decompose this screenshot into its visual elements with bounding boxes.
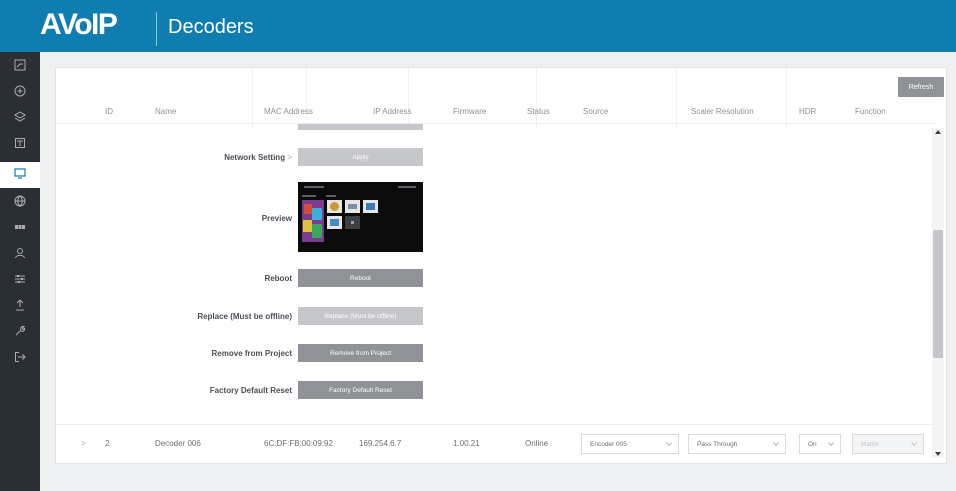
column-header-source[interactable]: Source [583,107,608,116]
monitor-icon [14,166,26,184]
chevron-down-icon [773,442,779,447]
chevron-down-icon [828,442,834,447]
network-setting-label: Network Setting > [224,153,292,162]
sidebar-item-logout[interactable] [0,346,40,372]
scaler-value: Pass Through [697,440,738,448]
column-header-function[interactable]: Function [855,107,886,116]
previous-setting-button[interactable] [298,124,423,130]
preview-label: Preview [261,214,292,223]
refresh-button[interactable]: Refresh [898,77,944,97]
sidebar-item-upgrade[interactable] [0,294,40,320]
user-icon [14,246,26,264]
sidebar-item-add[interactable] [0,80,40,106]
replace-button[interactable]: Replace (Must be offline) [298,307,423,325]
app-logo: AVoIP [40,8,118,41]
column-header-hdr[interactable]: HDR [799,107,816,116]
factory-reset-label: Factory Default Reset [209,386,292,395]
column-header-ip[interactable]: IP Address [373,107,412,116]
hdr-value: On [808,440,817,448]
scrollbar-thumb[interactable] [933,230,943,358]
column-header-name[interactable]: Name [155,107,176,116]
preview-screen-graphic [298,182,423,252]
plus-circle-icon [14,84,26,102]
wrench-icon [14,324,26,342]
sidebar-item-video-wall[interactable] [0,216,40,242]
sidebar-item-network[interactable] [0,190,40,216]
sidebar-item-dashboard[interactable] [0,54,40,80]
sliders-icon [14,272,26,290]
logout-icon [14,350,26,368]
function-value: Matrix [861,440,879,448]
cell-status: Online [525,439,549,448]
decoder-preview-image[interactable] [298,182,423,252]
sidebar-item-settings[interactable] [0,268,40,294]
row-separator [56,424,936,425]
function-select[interactable]: Matrix [852,434,924,454]
hdr-select[interactable]: On [799,434,841,454]
sidebar-item-layers[interactable] [0,106,40,132]
cell-ip: 169.254.6.7 [359,439,402,448]
column-header-status[interactable]: Status [527,107,550,116]
source-select[interactable]: Encoder 005 [581,434,679,454]
scaler-resolution-select[interactable]: Pass Through [688,434,786,454]
remove-from-project-button[interactable]: Remove from Project [298,344,423,362]
column-header-mac[interactable]: MAC Address [264,107,313,116]
replace-label: Replace (Must be offline) [197,312,292,321]
cell-firmware: 1.00.21 [453,439,480,448]
cell-mac: 6C:DF:FB:00:09:92 [264,439,333,448]
encoder-icon [14,136,26,154]
sidebar-item-encoders[interactable] [0,132,40,158]
sidebar-item-users[interactable] [0,242,40,268]
table-row[interactable]: > 2 Decoder 006 6C:DF:FB:00:09:92 169.25… [56,433,936,455]
decoders-panel: Refresh ID Name MAC Address IP Address F… [55,67,947,464]
layers-icon [14,110,26,128]
chevron-right-icon: > [287,153,292,162]
sidebar-item-tools[interactable] [0,320,40,346]
table-header: ID Name MAC Address IP Address Firmware … [56,102,936,124]
top-header: AVoIP Decoders [0,0,956,52]
video-wall-icon [14,220,26,238]
column-header-id[interactable]: ID [105,107,113,116]
cell-id: 2 [105,439,110,448]
apply-button[interactable]: Apply [298,148,423,166]
upload-icon [14,298,26,316]
remove-from-project-label: Remove from Project [211,349,292,358]
column-header-scaler[interactable]: Scaler Resolution [691,107,754,116]
sidebar [0,52,40,491]
page-title: Decoders [168,16,254,38]
source-value: Encoder 005 [590,440,627,448]
sidebar-item-decoders[interactable] [0,162,40,188]
globe-icon [14,194,26,212]
app-root: AVoIP Decoders Refresh ID Name MAC Addre… [0,0,956,491]
column-header-firmware[interactable]: Firmware [453,107,486,116]
expand-row-icon[interactable]: > [81,439,86,448]
chevron-down-icon [666,442,672,447]
dashboard-icon [14,58,26,76]
reboot-label: Reboot [264,274,292,283]
scroll-up-arrow-icon[interactable] [934,128,942,136]
factory-reset-button[interactable]: Factory Default Reset [298,381,423,399]
reboot-button[interactable]: Reboot [298,269,423,287]
cell-name: Decoder 006 [155,439,201,448]
header-divider [156,12,157,46]
chevron-down-icon [911,442,917,447]
